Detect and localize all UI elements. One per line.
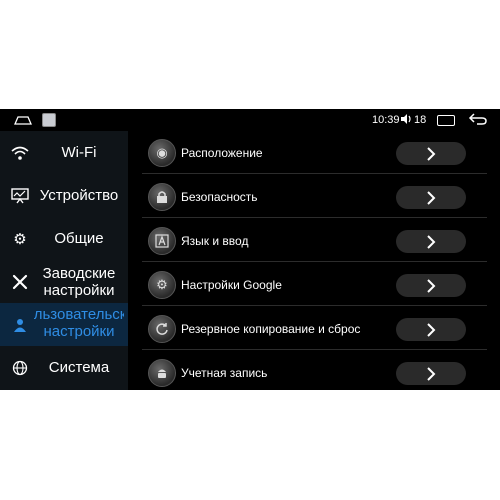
settings-row-google[interactable]: ⚙ Настройки Google	[142, 263, 487, 306]
settings-list: ◉ Расположение Безопасность Язык и ввод	[128, 131, 500, 390]
settings-row-label: Безопасность	[181, 189, 258, 204]
settings-row-language[interactable]: Язык и ввод	[142, 219, 487, 262]
sidebar-item-label: Пользовательские настройки	[34, 306, 124, 340]
home-icon[interactable]	[14, 115, 32, 125]
chevron-right-icon	[427, 146, 436, 161]
sidebar-item-label: Система	[48, 359, 110, 376]
chevron-right-icon	[427, 322, 436, 337]
chevron-right-icon	[427, 366, 436, 381]
wifi-icon	[11, 144, 29, 162]
settings-row-label: Настройки Google	[181, 277, 282, 292]
language-icon	[148, 227, 176, 255]
gear-icon: ⚙	[13, 230, 27, 248]
open-button[interactable]	[396, 186, 466, 209]
globe-icon	[11, 359, 29, 377]
settings-sidebar: Wi-Fi Устройство ⚙ Общие Заводские настр…	[0, 131, 128, 390]
open-button[interactable]	[396, 362, 466, 385]
settings-row-label: Учетная запись	[181, 365, 268, 380]
settings-row-label: Резервное копирование и сброс	[181, 321, 361, 336]
recent-apps-icon[interactable]	[437, 115, 455, 126]
back-icon[interactable]	[468, 112, 488, 126]
app-shortcut-icon[interactable]	[42, 113, 56, 127]
sidebar-item-system[interactable]: Система	[0, 346, 128, 389]
lock-icon	[148, 183, 176, 211]
sidebar-item-device[interactable]: Устройство	[0, 174, 128, 217]
chevron-right-icon	[427, 278, 436, 293]
settings-row-label: Язык и ввод	[181, 233, 249, 248]
settings-row-backup[interactable]: Резервное копирование и сброс	[142, 307, 487, 350]
location-icon: ◉	[148, 139, 176, 167]
status-bar: 10:39 18	[0, 109, 500, 131]
sidebar-item-label: Заводские настройки	[42, 264, 116, 299]
sidebar-item-user-settings[interactable]: Пользовательские настройки	[0, 303, 128, 346]
open-button[interactable]	[396, 274, 466, 297]
sidebar-item-label: Общие	[54, 230, 104, 247]
sidebar-item-factory-settings[interactable]: Заводские настройки	[0, 260, 128, 303]
tools-icon	[11, 273, 29, 291]
user-icon	[11, 316, 29, 334]
sidebar-item-label: Устройство	[39, 187, 119, 204]
settings-row-label: Расположение	[181, 145, 263, 160]
chevron-right-icon	[427, 190, 436, 205]
google-settings-icon: ⚙	[148, 271, 176, 299]
volume-icon[interactable]	[400, 113, 413, 125]
divider	[142, 173, 487, 174]
backup-icon	[148, 315, 176, 343]
android-icon	[148, 359, 176, 387]
settings-row-location[interactable]: ◉ Расположение	[142, 131, 487, 174]
sidebar-item-general[interactable]: ⚙ Общие	[0, 217, 128, 260]
settings-row-security[interactable]: Безопасность	[142, 175, 487, 218]
chevron-right-icon	[427, 234, 436, 249]
open-button[interactable]	[396, 230, 466, 253]
open-button[interactable]	[396, 318, 466, 341]
open-button[interactable]	[396, 142, 466, 165]
settings-row-account[interactable]: Учетная запись	[142, 351, 487, 390]
sidebar-item-wifi[interactable]: Wi-Fi	[0, 131, 128, 174]
volume-level: 18	[414, 114, 427, 126]
divider	[142, 217, 487, 218]
sidebar-item-label: Wi-Fi	[61, 144, 97, 161]
clock: 10:39	[372, 114, 400, 126]
divider	[142, 349, 487, 350]
divider	[142, 305, 487, 306]
divider	[142, 261, 487, 262]
head-unit-screen: 10:39 18 Wi-Fi Устройство ⚙ Общие Заводс…	[0, 109, 500, 390]
monitor-icon	[11, 187, 29, 205]
